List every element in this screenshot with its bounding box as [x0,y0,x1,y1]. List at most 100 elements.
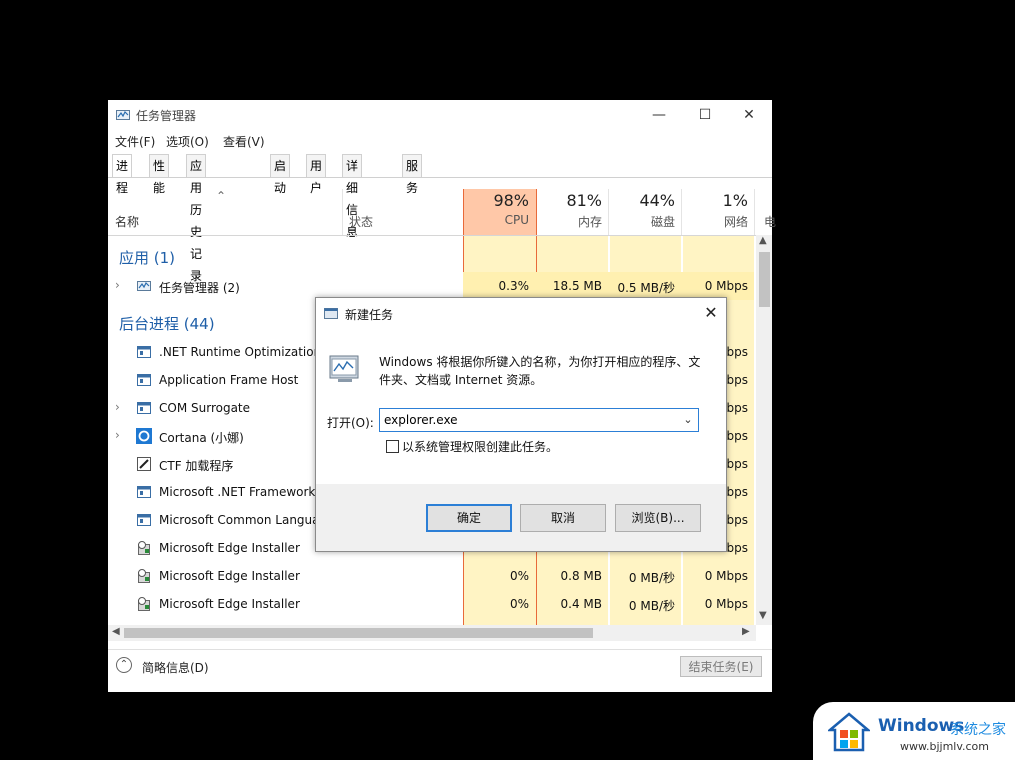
watermark-subtitle: 系统之家 [950,722,1006,738]
menu-bar: 文件(F) 选项(O) 查看(V) [108,130,772,152]
memory-value: 0.8 MB [560,569,602,583]
column-header: ⌃ 名称 状态 98% CPU 81% 内存 44% 磁盘 1% 网络 电 [108,189,776,236]
cpu-value: 0% [509,569,529,583]
window-title: 任务管理器 [136,109,197,123]
disk-value: 0.5 MB/秒 [617,281,675,295]
process-name: COM Surrogate [159,401,251,415]
close-button[interactable]: ✕ [726,100,772,130]
cpu-total[interactable]: 98% [465,191,529,210]
table-row[interactable]: Microsoft Edge Installer 0% 0.4 MB 0 MB/… [108,590,756,618]
process-name: Application Frame Host [159,373,299,387]
pen-icon [137,457,151,471]
app-window-icon [137,346,151,358]
column-separator [681,189,682,235]
scroll-up-icon[interactable]: ▲ [759,235,767,246]
cpu-value: 0% [509,597,529,611]
memory-total[interactable]: 81% [538,191,602,210]
scroll-right-icon[interactable]: ▶ [742,626,750,637]
cortana-icon [136,428,152,444]
task-manager-icon [137,281,151,291]
network-value: 0 Mbps [704,569,748,583]
tab-startup[interactable]: 启动 [270,154,291,195]
column-disk[interactable]: 磁盘 [611,213,675,230]
run-icon [324,308,338,319]
network-value: 0 Mbps [704,597,748,611]
tab-services[interactable]: 服务 [402,154,423,195]
title-bar: 任务管理器 — ☐ ✕ [108,100,772,130]
process-name: 任务管理器 (2) [159,281,240,295]
column-separator [754,189,755,235]
end-task-button[interactable]: 结束任务(E) [680,656,762,677]
footer-divider [108,649,772,650]
watermark-url: www.bjjmlv.com [900,740,989,753]
memory-value: 0.4 MB [560,597,602,611]
watermark-logo [828,712,870,752]
column-power[interactable]: 电 [764,213,776,230]
column-separator [608,189,609,235]
tab-performance[interactable]: 性能 [149,154,170,195]
run-program-icon [329,355,359,382]
chevron-down-icon[interactable]: ⌄ [680,412,696,428]
create-new-task-dialog: 新建任务 ✕ Windows 将根据你所键入的名称，为你打开相应的程序、文件夹、… [315,297,727,552]
cpu-value: 0.3% [498,279,530,293]
chevron-up-icon[interactable]: ⌃ [116,657,132,673]
column-network[interactable]: 网络 [684,213,748,230]
column-name[interactable]: 名称 [115,213,139,230]
admin-privileges-label[interactable]: 以系统管理权限创建此任务。 [402,438,558,455]
task-manager-icon [116,110,130,120]
scroll-down-icon[interactable]: ▼ [759,610,767,621]
open-combobox[interactable]: ⌄ [379,408,699,432]
network-total[interactable]: 1% [684,191,748,210]
ok-button[interactable]: 确定 [426,504,512,532]
menu-file[interactable]: 文件(F) [115,133,155,150]
tab-app-history[interactable]: 应用历史记录 [186,154,207,283]
installer-icon [138,541,150,555]
app-window-icon [137,374,151,386]
expand-icon[interactable]: › [115,428,120,442]
column-memory[interactable]: 内存 [538,213,602,230]
scroll-left-icon[interactable]: ◀ [112,626,120,637]
admin-privileges-checkbox[interactable] [386,440,399,453]
cancel-button[interactable]: 取消 [520,504,606,532]
dialog-description: Windows 将根据你所键入的名称，为你打开相应的程序、文件夹、文档或 Int… [379,355,701,387]
menu-options[interactable]: 选项(O) [166,133,209,150]
tab-processes[interactable]: 进程 [112,154,133,195]
fewer-details-link[interactable]: 简略信息(D) [142,659,209,676]
dialog-close-button[interactable]: ✕ [696,300,726,326]
column-status[interactable]: 状态 [349,213,373,230]
open-input[interactable] [382,411,674,429]
installer-icon [138,597,150,611]
minimize-button[interactable]: — [636,100,682,130]
browse-button[interactable]: 浏览(B)... [615,504,701,532]
installer-icon [138,569,150,583]
app-window-icon [137,486,151,498]
app-window-icon [137,402,151,414]
process-name: Microsoft Edge Installer [159,569,300,583]
horizontal-scroll-thumb[interactable] [124,628,593,638]
process-name: Microsoft Edge Installer [159,541,300,555]
maximize-button[interactable]: ☐ [682,100,728,130]
dialog-title: 新建任务 [345,308,394,322]
column-separator [342,189,343,235]
open-label: 打开(O): [327,416,374,430]
process-name: Cortana (小娜) [159,431,244,445]
menu-view[interactable]: 查看(V) [223,133,265,150]
table-row[interactable]: › 任务管理器 (2) 0.3% 18.5 MB 0.5 MB/秒 0 Mbps [108,272,756,300]
process-name: CTF 加载程序 [159,459,234,473]
sort-up-icon[interactable]: ⌃ [216,189,226,203]
app-window-icon [137,514,151,526]
table-row[interactable]: Microsoft Edge Installer 0% 0.8 MB 0 MB/… [108,562,756,590]
expand-icon[interactable]: › [115,278,120,292]
memory-value: 18.5 MB [552,279,602,293]
group-apps: 应用 (1) [119,249,176,267]
disk-value: 0 MB/秒 [628,571,675,585]
expand-icon[interactable]: › [115,400,120,414]
tab-users[interactable]: 用户 [306,154,327,195]
disk-value: 0 MB/秒 [628,599,675,613]
vertical-scroll-thumb[interactable] [759,252,770,307]
tab-details[interactable]: 详细信息 [342,154,363,239]
group-background: 后台进程 (44) [119,315,215,333]
column-cpu[interactable]: CPU [465,213,529,227]
process-name: Microsoft Common Langua [159,513,320,527]
disk-total[interactable]: 44% [611,191,675,210]
